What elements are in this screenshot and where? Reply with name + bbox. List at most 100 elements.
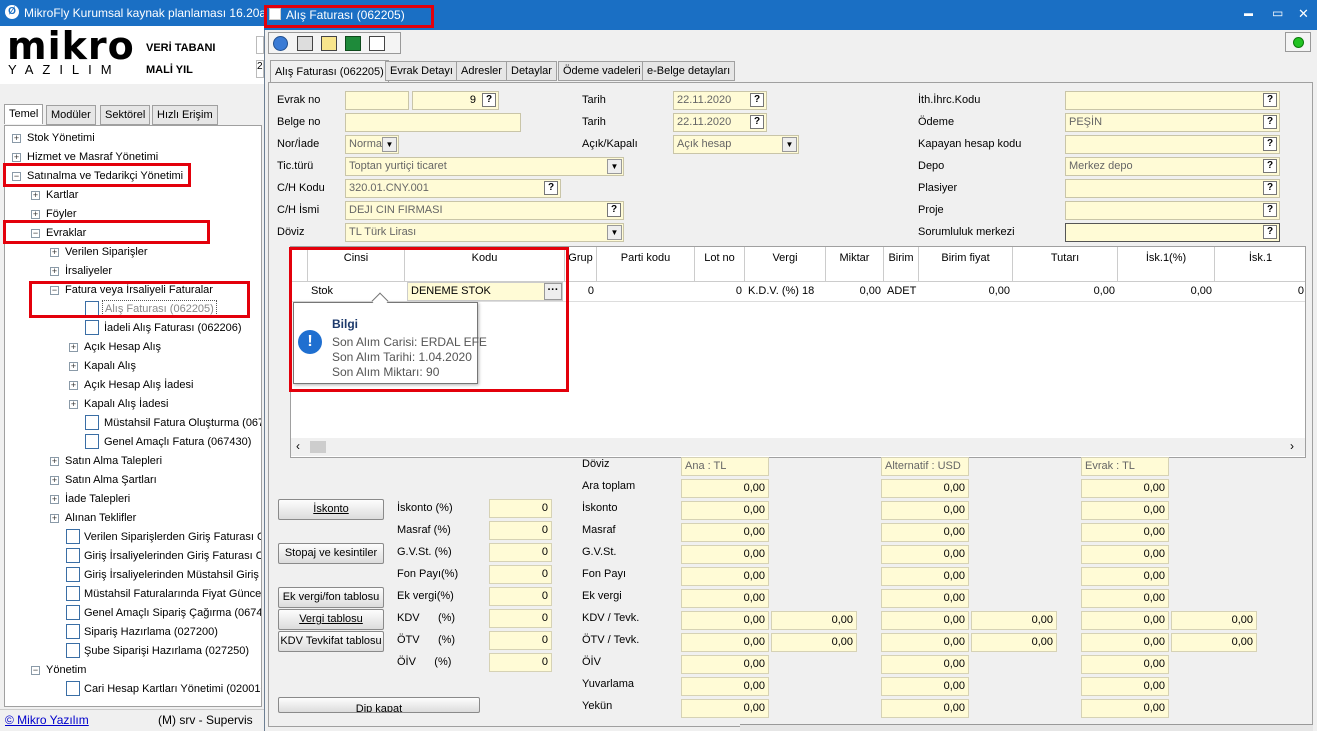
- expand-icon[interactable]: +: [50, 248, 59, 257]
- lookup-icon[interactable]: ?: [1263, 137, 1277, 151]
- col-birim[interactable]: Birim: [884, 247, 919, 281]
- tree-acik-hesap-alis[interactable]: Açık Hesap Alış: [84, 338, 161, 356]
- col-grup[interactable]: Grup: [565, 247, 597, 281]
- tree-hizmet[interactable]: Hizmet ve Masraf Yönetimi: [27, 148, 158, 166]
- nor-iade-select[interactable]: Normal ▼: [345, 135, 399, 154]
- pct-input[interactable]: 0: [489, 609, 552, 628]
- tree-kapali-alis[interactable]: Kapalı Alış: [84, 357, 136, 375]
- pct-input[interactable]: 0: [489, 543, 552, 562]
- cell-lot[interactable]: 0: [695, 283, 745, 300]
- lookup-icon[interactable]: ?: [1263, 181, 1277, 195]
- tarih2-input[interactable]: 22.11.2020?: [673, 113, 767, 132]
- expand-icon[interactable]: +: [69, 400, 78, 409]
- scroll-thumb[interactable]: [310, 441, 326, 453]
- lookup-icon[interactable]: ?: [1263, 93, 1277, 107]
- status-link[interactable]: © Mikro Yazılım: [5, 713, 89, 727]
- ellipsis-button[interactable]: ···: [544, 283, 562, 300]
- lookup-icon[interactable]: ?: [750, 115, 764, 129]
- collapse-icon[interactable]: −: [31, 666, 40, 675]
- lookup-icon[interactable]: ?: [482, 93, 496, 107]
- pct-input[interactable]: 0: [489, 631, 552, 650]
- expand-icon[interactable]: +: [50, 514, 59, 523]
- tic-turu-select[interactable]: Toptan yurtiçi ticaret ▼: [345, 157, 624, 176]
- ith-ihrc-input[interactable]: ?: [1065, 91, 1280, 110]
- tree-kapali-iade[interactable]: Kapalı Alış İadesi: [84, 395, 168, 413]
- tab-detaylar[interactable]: Detaylar: [506, 61, 557, 81]
- help-icon[interactable]: [273, 36, 288, 51]
- ek-vergi-button[interactable]: Ek vergi/fon tablosu: [278, 587, 384, 608]
- tree-item[interactable]: Şube Siparişi Hazırlama (027250): [84, 642, 249, 660]
- cell-vergi[interactable]: K.D.V. (%) 18: [745, 283, 826, 300]
- pct-input[interactable]: 0: [489, 565, 552, 584]
- depo-input[interactable]: Merkez depo?: [1065, 157, 1280, 176]
- ch-kodu-input[interactable]: 320.01.CNY.001?: [345, 179, 561, 198]
- pct-input[interactable]: 0: [489, 653, 552, 672]
- lookup-icon[interactable]: ?: [750, 93, 764, 107]
- left-tab-sektorel[interactable]: Sektörel: [100, 105, 151, 125]
- tree-kartlar[interactable]: Kartlar: [46, 186, 78, 204]
- belge-no-input[interactable]: [345, 113, 521, 132]
- left-tab-moduler[interactable]: Modüler: [46, 105, 96, 125]
- iskonto-button[interactable]: İskonto: [278, 499, 384, 520]
- home-icon[interactable]: [369, 36, 385, 51]
- tree-yonetim[interactable]: Yönetim: [46, 661, 86, 679]
- tree-mustahsil[interactable]: Müstahsil Fatura Oluşturma (0674: [104, 414, 261, 432]
- expand-icon[interactable]: +: [69, 381, 78, 390]
- note-icon[interactable]: [321, 36, 337, 51]
- dropdown-icon[interactable]: ▼: [607, 225, 622, 240]
- tree-satin-alma-talepleri[interactable]: Satın Alma Talepleri: [65, 452, 162, 470]
- evrak-seri-input[interactable]: [345, 91, 409, 110]
- cell-grup[interactable]: 0: [565, 283, 597, 300]
- scroll-left-icon[interactable]: ‹: [296, 439, 300, 453]
- db-field[interactable]: [256, 36, 264, 54]
- col-parti[interactable]: Parti kodu: [597, 247, 695, 281]
- lookup-icon[interactable]: ?: [607, 203, 621, 217]
- expand-icon[interactable]: +: [12, 153, 21, 162]
- tree-item[interactable]: Giriş İrsaliyelerinden Giriş Faturası Ol: [84, 547, 261, 565]
- tab-alis-faturasi[interactable]: Alış Faturası (062205): [270, 60, 389, 83]
- col-cinsi[interactable]: Cinsi: [308, 247, 405, 281]
- maximize-icon[interactable]: ▭: [1272, 6, 1283, 20]
- col-isk1p[interactable]: İsk.1(%): [1118, 247, 1215, 281]
- status-light-button[interactable]: [1285, 32, 1311, 52]
- expand-icon[interactable]: +: [31, 191, 40, 200]
- expand-icon[interactable]: +: [12, 134, 21, 143]
- dropdown-icon[interactable]: ▼: [382, 137, 397, 152]
- collapse-icon[interactable]: −: [50, 286, 59, 295]
- kapayan-input[interactable]: ?: [1065, 135, 1280, 154]
- kdv-tevkifat-button[interactable]: KDV Tevkifat tablosu: [278, 631, 384, 652]
- col-lot[interactable]: Lot no: [695, 247, 745, 281]
- expand-icon[interactable]: +: [31, 210, 40, 219]
- period-field[interactable]: 2: [256, 60, 264, 78]
- col-vergi[interactable]: Vergi: [745, 247, 826, 281]
- expand-icon[interactable]: +: [50, 267, 59, 276]
- left-tab-hizli[interactable]: Hızlı Erişim: [152, 105, 218, 125]
- tree-item[interactable]: Müstahsil Faturalarında Fiyat Güncelle: [84, 585, 261, 603]
- scroll-right-icon[interactable]: ›: [1290, 439, 1294, 453]
- lookup-icon[interactable]: ?: [1263, 203, 1277, 217]
- col-tutar[interactable]: Tutarı: [1013, 247, 1118, 281]
- pct-input[interactable]: 0: [489, 521, 552, 540]
- tree-iade-talepleri[interactable]: İade Talepleri: [65, 490, 130, 508]
- tree-alis-faturasi[interactable]: Alış Faturası (062205): [102, 300, 217, 318]
- tree-view[interactable]: + Stok Yönetimi + Hizmet ve Masraf Yönet…: [4, 125, 262, 707]
- lookup-icon[interactable]: ?: [1263, 159, 1277, 173]
- col-birim-fiyat[interactable]: Birim fiyat: [919, 247, 1013, 281]
- calculator-icon[interactable]: [297, 36, 313, 51]
- tree-genel-amacli[interactable]: Genel Amaçlı Fatura (067430): [104, 433, 251, 451]
- lookup-icon[interactable]: ?: [1263, 115, 1277, 129]
- tree-alinan-teklifler[interactable]: Alınan Teklifler: [65, 509, 136, 527]
- tree-verilen-siparisler[interactable]: Verilen Siparişler: [65, 243, 148, 261]
- cell-birim-fiyat[interactable]: 0,00: [919, 283, 1013, 300]
- vergi-tablosu-button[interactable]: Vergi tablosu: [278, 609, 384, 630]
- odeme-input[interactable]: PEŞİN?: [1065, 113, 1280, 132]
- excel-icon[interactable]: [345, 36, 361, 51]
- tree-iadeli-alis[interactable]: İadeli Alış Faturası (062206): [104, 319, 242, 337]
- col-isk1[interactable]: İsk.1: [1215, 247, 1305, 281]
- lookup-icon[interactable]: ?: [544, 181, 558, 195]
- tree-item[interactable]: Verilen Siparişlerden Giriş Faturası Olu: [84, 528, 261, 546]
- tree-item[interactable]: Genel Amaçlı Sipariş Çağırma (067440: [84, 604, 261, 622]
- cell-isk1p[interactable]: 0,00: [1118, 283, 1215, 300]
- tree-satinalma[interactable]: Satınalma ve Tedarikçi Yönetimi: [27, 167, 183, 185]
- dropdown-icon[interactable]: ▼: [607, 159, 622, 174]
